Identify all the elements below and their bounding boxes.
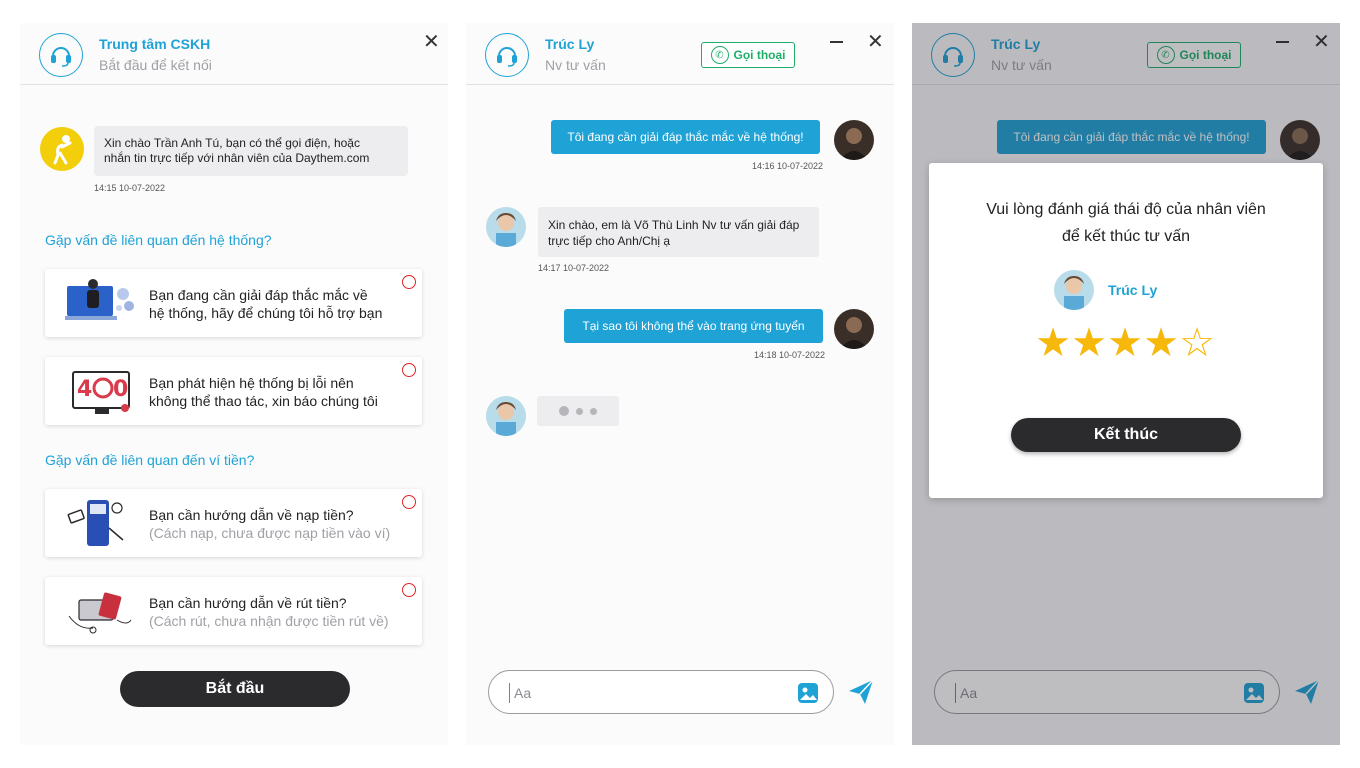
option-line: Bạn cần hướng dẫn về rút tiền? bbox=[149, 595, 347, 611]
support-center-panel: Trung tâm CSKH Bắt đầu để kết nối ✕ Xin … bbox=[20, 23, 448, 745]
agent-role: Nv tư vấn bbox=[545, 57, 606, 73]
star-filled-icon[interactable]: ★ bbox=[1107, 323, 1143, 363]
user-avatar bbox=[834, 309, 874, 349]
option-line: Bạn đang cần giải đáp thắc mắc về bbox=[149, 287, 368, 303]
option-card-system-help[interactable]: Bạn đang cần giải đáp thắc mắc về hệ thố… bbox=[45, 269, 422, 337]
payment-terminal-illustration-icon bbox=[67, 500, 124, 546]
headset-icon bbox=[485, 33, 529, 77]
option-text: Bạn đang cần giải đáp thắc mắc về hệ thố… bbox=[149, 286, 409, 322]
start-button[interactable]: Bắt đầu bbox=[120, 671, 350, 707]
agent-avatar bbox=[486, 207, 526, 247]
typing-dot bbox=[576, 407, 583, 415]
message-composer bbox=[488, 670, 834, 714]
star-filled-icon[interactable]: ★ bbox=[1071, 323, 1107, 363]
message-input[interactable] bbox=[509, 683, 779, 703]
option-radio[interactable] bbox=[402, 275, 416, 289]
rating-modal: Vui lòng đánh giá thái độ của nhân viên … bbox=[929, 163, 1323, 498]
close-icon[interactable]: ✕ bbox=[867, 32, 884, 52]
message-line: Xin chào, em là Võ Thù Linh Nv tư vấn gi… bbox=[548, 218, 800, 232]
option-line: (Cách nạp, chưa được nạp tiền vào ví) bbox=[149, 525, 391, 541]
message-timestamp: 14:16 10-07-2022 bbox=[752, 161, 824, 171]
outgoing-message: Tại sao tôi không thể vào trang ứng tuyể… bbox=[564, 309, 823, 343]
bot-avatar bbox=[40, 127, 84, 171]
incoming-message: Xin chào, em là Võ Thù Linh Nv tư vấn gi… bbox=[538, 207, 819, 257]
panel-title: Trung tâm CSKH bbox=[99, 36, 211, 52]
option-line: hệ thống, hãy để chúng tôi hỗ trợ bạn bbox=[149, 305, 383, 321]
greeting-line: nhắn tin trực tiếp với nhân viên của Day… bbox=[104, 151, 370, 165]
rating-title: Vui lòng đánh giá thái độ của nhân viên … bbox=[929, 196, 1323, 250]
option-radio[interactable] bbox=[402, 495, 416, 509]
rated-agent-name: Trúc Ly bbox=[1108, 282, 1158, 298]
star-filled-icon[interactable]: ★ bbox=[1143, 323, 1179, 363]
option-line: không thể thao tác, xin báo chúng tôi bbox=[149, 393, 378, 409]
rated-agent: Trúc Ly bbox=[1054, 270, 1157, 310]
agent-avatar bbox=[486, 396, 526, 436]
voice-call-label: Gọi thoại bbox=[733, 48, 786, 62]
option-radio[interactable] bbox=[402, 363, 416, 377]
option-line: (Cách rút, chưa nhận được tiền rút về) bbox=[149, 613, 389, 629]
message-timestamp: 14:15 10-07-2022 bbox=[94, 183, 166, 193]
section-title-wallet: Gặp vấn đề liên quan đến ví tiền? bbox=[45, 452, 255, 468]
typing-dot bbox=[590, 407, 597, 415]
panel-header: Trung tâm CSKH Bắt đầu để kết nối ✕ bbox=[20, 23, 448, 85]
typing-indicator bbox=[537, 396, 619, 426]
panel-subtitle: Bắt đầu để kết nối bbox=[99, 57, 212, 73]
chat-panel: Trúc Ly Nv tư vấn ✆ Gọi thoại ✕ Tôi đang… bbox=[466, 23, 894, 745]
option-radio[interactable] bbox=[402, 583, 416, 597]
support-illustration-icon bbox=[65, 279, 134, 320]
message-timestamp: 14:17 10-07-2022 bbox=[538, 263, 610, 273]
option-text: Bạn cần hướng dẫn về nạp tiền? (Cách nạp… bbox=[149, 506, 409, 542]
wallet-illustration-icon bbox=[68, 592, 132, 634]
option-card-withdraw[interactable]: Bạn cần hướng dẫn về rút tiền? (Cách rút… bbox=[45, 577, 422, 645]
message-timestamp: 14:18 10-07-2022 bbox=[754, 350, 826, 360]
typing-dot bbox=[559, 406, 569, 416]
section-title-system: Gặp vấn đề liên quan đến hệ thống? bbox=[45, 232, 272, 248]
headset-icon bbox=[39, 33, 83, 77]
greeting-line: Xin chào Trần Anh Tú, bạn có thể gọi điệ… bbox=[104, 136, 360, 150]
greeting-message: Xin chào Trần Anh Tú, bạn có thể gọi điệ… bbox=[94, 126, 408, 176]
chat-header: Trúc Ly Nv tư vấn ✆ Gọi thoại ✕ bbox=[466, 23, 894, 85]
option-line: Bạn cần hướng dẫn về nạp tiền? bbox=[149, 507, 354, 523]
star-filled-icon[interactable]: ★ bbox=[1035, 323, 1071, 363]
agent-avatar bbox=[1054, 270, 1094, 310]
phone-icon: ✆ bbox=[710, 46, 729, 64]
outgoing-message: Tôi đang cần giải đáp thắc mắc về hệ thố… bbox=[551, 120, 820, 154]
rating-title-line: Vui lòng đánh giá thái độ của nhân viên bbox=[986, 201, 1266, 218]
voice-call-button[interactable]: ✆ Gọi thoại bbox=[701, 42, 795, 68]
svg-text:0: 0 bbox=[113, 377, 128, 402]
minimize-icon[interactable] bbox=[830, 41, 843, 43]
option-text: Bạn cần hướng dẫn về rút tiền? (Cách rút… bbox=[149, 594, 409, 630]
send-icon[interactable] bbox=[847, 678, 875, 706]
close-icon[interactable]: ✕ bbox=[423, 32, 440, 52]
user-avatar bbox=[834, 120, 874, 160]
message-line: trực tiếp cho Anh/Chị ạ bbox=[548, 234, 671, 248]
option-line: Bạn phát hiện hệ thống bị lỗi nên bbox=[149, 375, 354, 391]
finish-button[interactable]: Kết thúc bbox=[1011, 418, 1241, 452]
option-card-report-error[interactable]: 4 0 Bạn phát hiện hệ thống bị lỗi nên kh… bbox=[45, 357, 422, 425]
option-text: Bạn phát hiện hệ thống bị lỗi nên không … bbox=[149, 374, 409, 410]
rating-panel: Trúc Ly Nv tư vấn ✆ Gọi thoại ✕ Tôi đang… bbox=[912, 23, 1340, 745]
svg-text:4: 4 bbox=[77, 377, 92, 402]
option-card-deposit[interactable]: Bạn cần hướng dẫn về nạp tiền? (Cách nạp… bbox=[45, 489, 422, 557]
image-upload-icon[interactable] bbox=[798, 683, 818, 703]
star-rating: ★ ★ ★ ★ ☆ bbox=[1035, 323, 1215, 363]
agent-name: Trúc Ly bbox=[545, 36, 595, 52]
star-empty-icon[interactable]: ☆ bbox=[1179, 323, 1215, 363]
rating-title-line: để kết thúc tư vấn bbox=[1061, 228, 1191, 245]
error-400-illustration-icon: 4 0 bbox=[72, 371, 130, 414]
